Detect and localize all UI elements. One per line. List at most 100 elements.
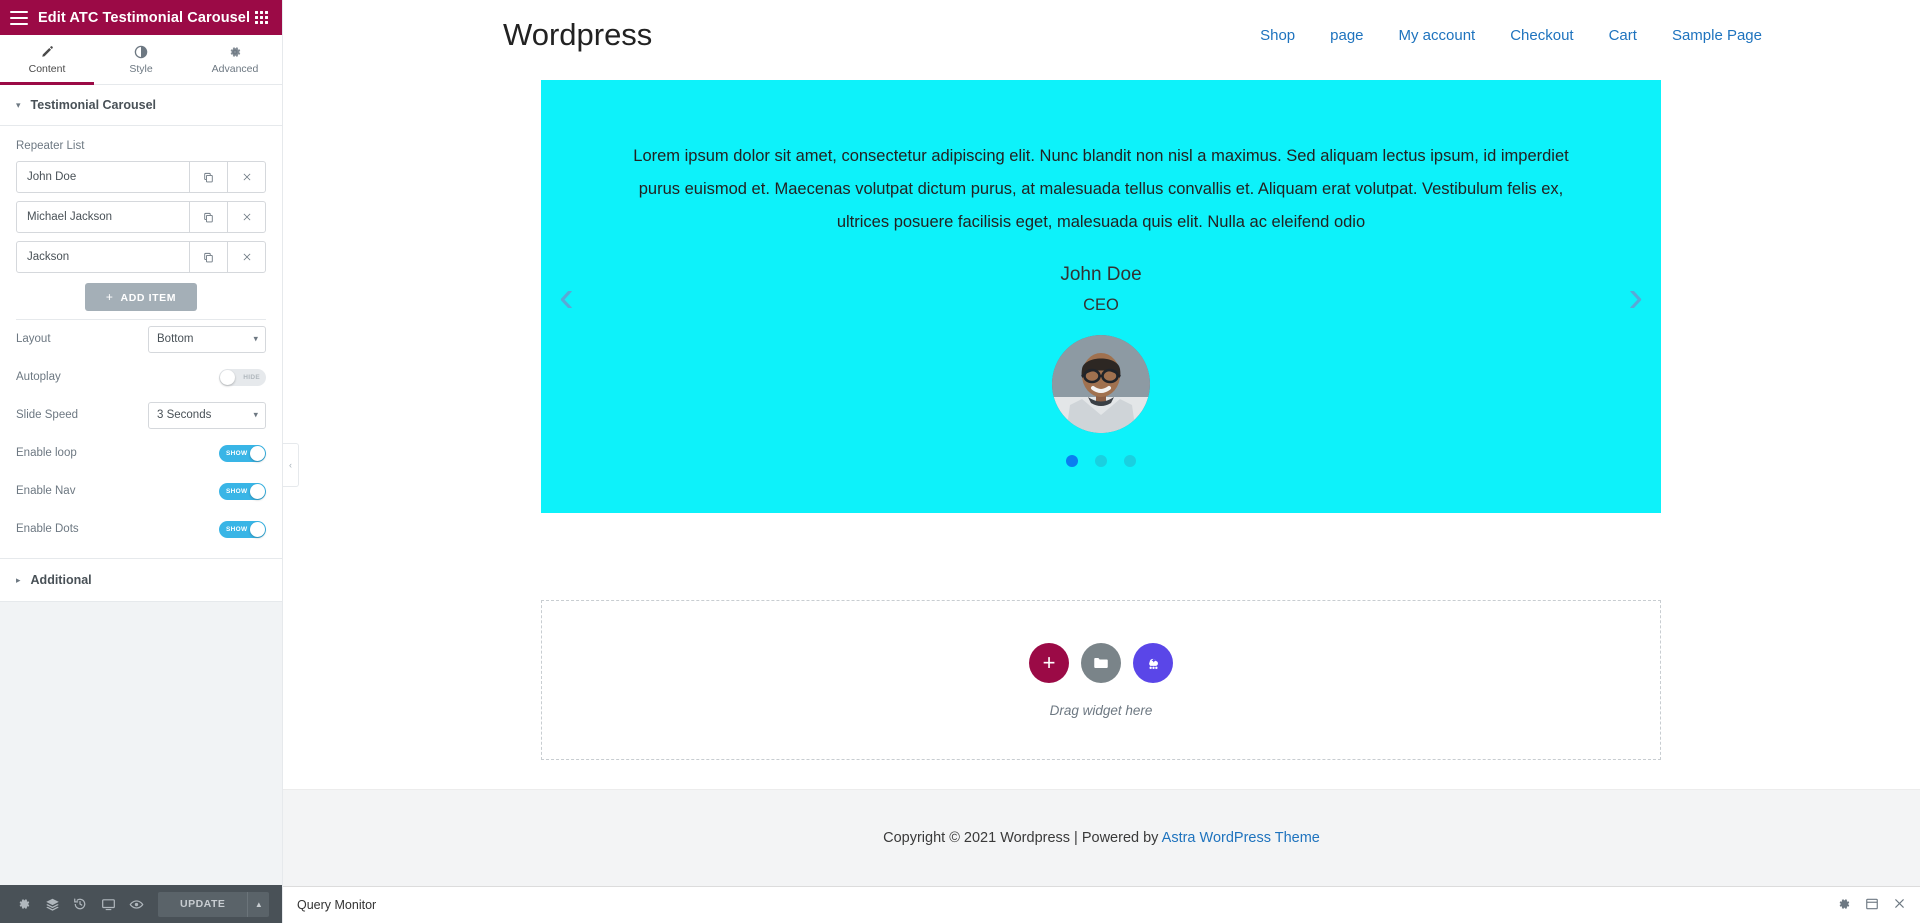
nav-link-my-account[interactable]: My account: [1399, 27, 1476, 44]
repeater-item-name[interactable]: Jackson: [17, 242, 189, 272]
tab-advanced-label: Advanced: [211, 62, 259, 75]
testimonial-job-title: CEO: [1083, 296, 1119, 314]
section-title: Testimonial Carousel: [30, 98, 157, 112]
layout-select-wrap: Bottom: [148, 325, 266, 353]
repeater-item[interactable]: Michael Jackson: [16, 201, 266, 233]
site-footer: Copyright © 2021 Wordpress | Powered by …: [283, 789, 1920, 886]
hamburger-icon[interactable]: [10, 10, 28, 25]
panel-collapse-handle[interactable]: ‹: [283, 443, 299, 487]
add-item-button[interactable]: + ADD ITEM: [85, 283, 197, 311]
controls-container: Repeater List John Doe Michael Jackson J…: [0, 126, 282, 558]
carousel-dot[interactable]: [1124, 455, 1136, 467]
control-slide-speed: Slide Speed 3 Seconds: [16, 396, 266, 434]
enable-dots-toggle[interactable]: SHOW: [219, 520, 266, 538]
tab-advanced[interactable]: Advanced: [188, 35, 282, 84]
enable-nav-toggle[interactable]: SHOW: [219, 482, 266, 500]
repeater-item-name[interactable]: Michael Jackson: [17, 202, 189, 232]
testimonial-carousel-widget[interactable]: Lorem ipsum dolor sit amet, consectetur …: [541, 80, 1661, 513]
close-icon[interactable]: [1893, 897, 1906, 913]
nav-link-page[interactable]: page: [1330, 27, 1363, 44]
autoplay-toggle-text: HIDE: [243, 373, 260, 381]
layout-select[interactable]: Bottom: [148, 325, 266, 353]
control-layout-label: Layout: [16, 333, 51, 345]
toggle-knob: [250, 521, 265, 537]
panel-title: Edit ATC Testimonial Carousel: [38, 9, 251, 26]
enable-loop-toggle-text: SHOW: [226, 449, 248, 457]
repeater-item-name[interactable]: John Doe: [17, 162, 189, 192]
layers-icon[interactable]: [38, 885, 66, 923]
control-autoplay: Autoplay HIDE: [16, 358, 266, 396]
settings-gear-icon[interactable]: [10, 885, 38, 923]
footer-copyright: Copyright © 2021 Wordpress | Powered by …: [883, 830, 1320, 846]
pencil-icon: [40, 45, 54, 60]
slide-speed-select-wrap: 3 Seconds: [148, 401, 266, 429]
panel-tabs: Content Style Advanced: [0, 35, 282, 85]
chevron-right-icon: ▸: [16, 574, 21, 585]
tab-content[interactable]: Content: [0, 35, 94, 85]
nav-link-cart[interactable]: Cart: [1609, 27, 1637, 44]
carousel-dot[interactable]: [1095, 455, 1107, 467]
elementor-editor: Edit ATC Testimonial Carousel Content St…: [0, 0, 1920, 923]
preview-eye-icon[interactable]: [122, 885, 150, 923]
copy-icon[interactable]: [189, 162, 227, 192]
window-icon[interactable]: [1865, 897, 1879, 914]
control-slide-speed-label: Slide Speed: [16, 409, 79, 421]
plus-icon: +: [105, 290, 114, 304]
repeater-item[interactable]: John Doe: [16, 161, 266, 193]
history-icon[interactable]: [66, 885, 94, 923]
toggle-knob: [250, 445, 265, 461]
footer-theme-link[interactable]: Astra WordPress Theme: [1162, 830, 1320, 846]
copy-icon[interactable]: [189, 202, 227, 232]
enable-dots-toggle-text: SHOW: [226, 525, 248, 533]
close-icon[interactable]: [227, 202, 265, 232]
control-enable-nav-label: Enable Nav: [16, 485, 76, 497]
avatar: [1052, 335, 1150, 433]
grid-apps-icon[interactable]: [255, 11, 268, 24]
section-additional-title: Additional: [30, 573, 92, 587]
responsive-icon[interactable]: [94, 885, 122, 923]
enable-loop-toggle[interactable]: SHOW: [219, 444, 266, 462]
plus-icon[interactable]: +: [1029, 642, 1069, 683]
preview-frame: Wordpress Shop page My account Checkout …: [283, 0, 1920, 923]
dropzone-label: Drag widget here: [1049, 702, 1153, 718]
status-bar: Query Monitor: [283, 886, 1920, 923]
control-enable-nav: Enable Nav SHOW: [16, 472, 266, 510]
elementor-panel: Edit ATC Testimonial Carousel Content St…: [0, 0, 283, 923]
avatar-image: [1052, 335, 1150, 433]
copy-icon[interactable]: [189, 242, 227, 272]
settings-icon[interactable]: [1837, 897, 1851, 914]
carousel-next-arrow[interactable]: ›: [1628, 274, 1643, 319]
control-enable-dots-label: Enable Dots: [16, 523, 79, 535]
nav-link-checkout[interactable]: Checkout: [1510, 27, 1573, 44]
carousel-dot[interactable]: [1066, 455, 1078, 467]
ai-cloud-icon[interactable]: [1133, 642, 1173, 683]
contrast-icon: [134, 45, 148, 60]
nav-link-sample-page[interactable]: Sample Page: [1672, 27, 1762, 44]
section-testimonial-carousel[interactable]: ▾ Testimonial Carousel: [0, 85, 282, 126]
carousel-dots: [1066, 455, 1136, 467]
nav-link-shop[interactable]: Shop: [1260, 27, 1295, 44]
toggle-knob: [220, 369, 235, 385]
panel-body: ▾ Testimonial Carousel Repeater List Joh…: [0, 85, 282, 885]
editor-canvas: Lorem ipsum dolor sit amet, consectetur …: [283, 70, 1920, 789]
update-options-arrow[interactable]: ▲: [247, 891, 270, 917]
slide-speed-select[interactable]: 3 Seconds: [148, 401, 266, 429]
testimonial-name: John Doe: [1060, 264, 1142, 285]
gear-icon: [228, 45, 242, 60]
close-icon[interactable]: [227, 242, 265, 272]
folder-icon[interactable]: [1081, 642, 1121, 683]
widget-dropzone[interactable]: + Drag widget here: [541, 600, 1661, 760]
close-icon[interactable]: [227, 162, 265, 192]
tab-style[interactable]: Style: [94, 35, 188, 84]
dropzone-buttons: +: [1029, 642, 1173, 683]
carousel-prev-arrow[interactable]: ‹: [559, 274, 574, 319]
query-monitor-label[interactable]: Query Monitor: [297, 898, 376, 912]
repeater-item[interactable]: Jackson: [16, 241, 266, 273]
section-additional[interactable]: ▸ Additional: [0, 558, 282, 602]
update-button[interactable]: UPDATE: [158, 891, 248, 917]
control-enable-loop: Enable loop SHOW: [16, 434, 266, 472]
autoplay-toggle[interactable]: HIDE: [219, 368, 266, 386]
panel-header: Edit ATC Testimonial Carousel: [0, 0, 282, 35]
status-bar-icons: [1837, 897, 1906, 914]
control-autoplay-label: Autoplay: [16, 371, 61, 383]
